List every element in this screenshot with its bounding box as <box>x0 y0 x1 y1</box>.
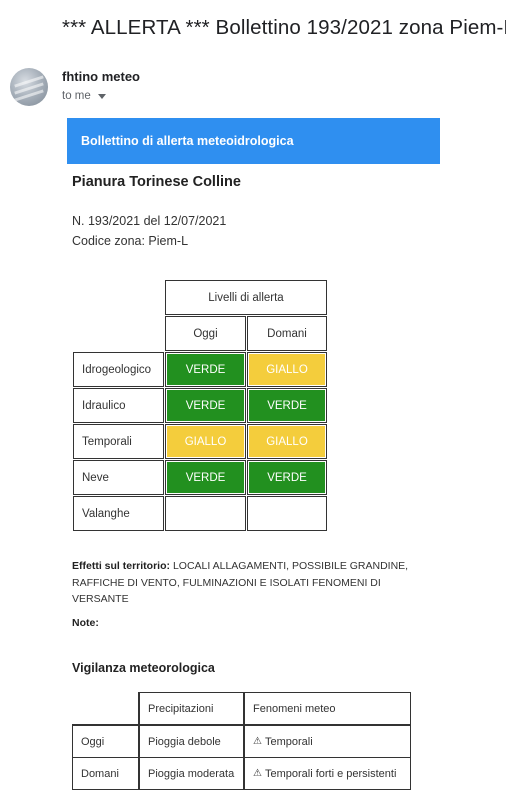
alert-level-today: GIALLO <box>166 425 245 458</box>
alert-level-today: VERDE <box>166 461 245 494</box>
vigilance-row-day: Domani <box>72 757 139 790</box>
sender-avatar[interactable] <box>10 68 48 106</box>
warning-icon: ⚠ <box>253 736 262 747</box>
alert-row-name: Neve <box>73 460 164 495</box>
col-today-header: Oggi <box>165 316 246 351</box>
phenomena-text: Temporali forti e persistenti <box>264 767 397 780</box>
col-tomorrow-header: Domani <box>247 316 327 351</box>
recipient-dropdown[interactable]: to me <box>62 90 106 102</box>
recipient-label: to me <box>62 90 91 102</box>
warning-icon: ⚠ <box>253 768 262 779</box>
vigilance-row-phenomena: ⚠ Temporali forti e persistenti <box>244 757 411 790</box>
alert-level-tomorrow: VERDE <box>248 461 326 494</box>
alert-row-name: Idraulico <box>73 388 164 423</box>
alert-level-tomorrow <box>247 496 327 531</box>
alert-row-name: Temporali <box>73 424 164 459</box>
zone-name: Pianura Torinese Colline <box>72 174 241 190</box>
alert-level-tomorrow: GIALLO <box>248 425 326 458</box>
sender-name[interactable]: fhtino meteo <box>62 69 140 84</box>
email-subject: *** ALLERTA *** Bollettino 193/2021 zona… <box>62 16 506 39</box>
vigilance-corner <box>72 692 139 725</box>
vigilance-col-phenomena: Fenomeni meteo <box>244 692 411 725</box>
bulletin-banner: Bollettino di allerta meteoidrologica <box>67 118 440 164</box>
alert-level-today <box>165 496 246 531</box>
zone-code: Codice zona: Piem-L <box>72 234 189 248</box>
alert-row-name: Valanghe <box>73 496 164 531</box>
alert-level-today: VERDE <box>166 389 245 422</box>
vigilance-title: Vigilanza meteorologica <box>72 661 215 675</box>
alert-table-header: Livelli di allerta <box>165 280 327 315</box>
effects-text: Effetti sul territorio: LOCALI ALLAGAMEN… <box>72 558 422 608</box>
note-label: Note: <box>72 617 99 629</box>
vigilance-row-day: Oggi <box>72 725 139 758</box>
vigilance-row-precip: Pioggia moderata <box>139 757 244 790</box>
vigilance-row-phenomena: ⚠ Temporali <box>244 725 411 758</box>
alert-row-name: Idrogeologico <box>73 352 164 387</box>
alert-level-tomorrow: VERDE <box>248 389 326 422</box>
chevron-down-icon[interactable] <box>97 93 106 99</box>
bulletin-number: N. 193/2021 del 12/07/2021 <box>72 214 227 228</box>
alert-level-today: VERDE <box>166 353 245 386</box>
effects-label: Effetti sul territorio: <box>72 560 171 572</box>
phenomena-text: Temporali <box>264 735 313 748</box>
vigilance-col-precip: Precipitazioni <box>139 692 244 725</box>
vigilance-row-precip: Pioggia debole <box>139 725 244 758</box>
alert-level-tomorrow: GIALLO <box>248 353 326 386</box>
